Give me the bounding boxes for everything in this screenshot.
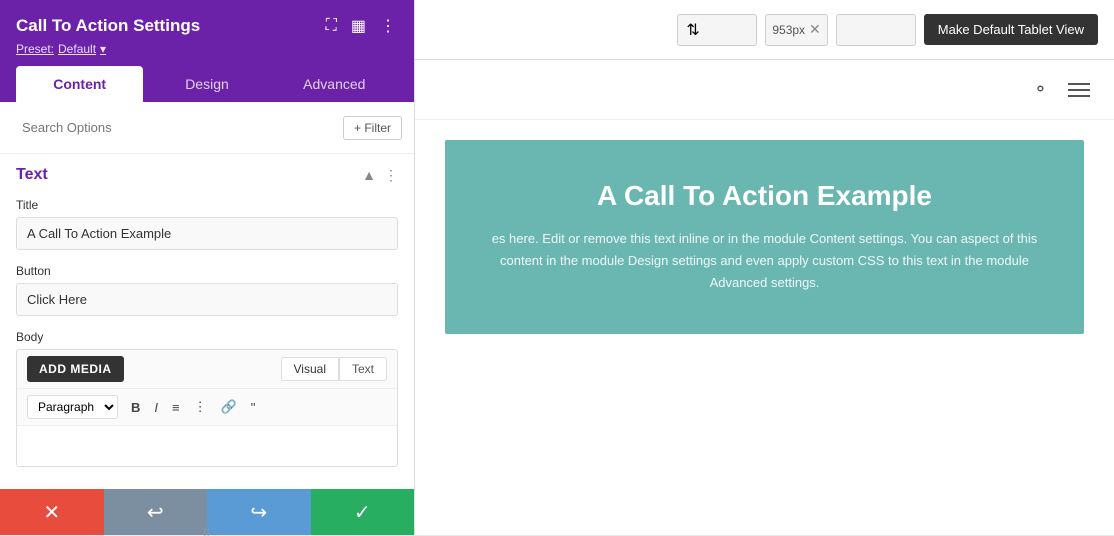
editor-toolbar: Paragraph B I ≡ ⋮ 🔗 " [17,389,397,426]
page-content: ⚬ A Call To Action Example es here. Edit… [415,60,1114,535]
tab-design[interactable]: Design [143,66,270,102]
panel-body: Text ▲ ⋮ Title Button Body [0,154,414,489]
body-field-group: Body ADD MEDIA Visual Text Paragraph [16,330,398,467]
tab-content[interactable]: Content [16,66,143,102]
tab-advanced[interactable]: Advanced [271,66,398,102]
filter-button[interactable]: + Filter [343,116,402,140]
width-value: 953px [772,23,805,37]
section-title: Text [16,166,48,184]
preset-label: Preset: [16,42,54,56]
panel-header-icons: ⛶ ▦ ⋮ [324,14,398,38]
title-input[interactable] [16,217,398,250]
ordered-list-button[interactable]: ⋮ [189,396,212,418]
cta-body: es here. Edit or remove this text inline… [490,228,1040,294]
main-area: ⇅ 953px ✕ Make Default Tablet View ⚬ A C… [0,0,1114,535]
section-more-button[interactable]: ⋮ [384,167,398,184]
save-button[interactable]: ✓ [311,489,415,535]
panel-search: + Filter [0,102,414,154]
view-select[interactable]: ⇅ [677,14,757,46]
settings-panel: Call To Action Settings ⛶ ▦ ⋮ Preset: De… [0,0,415,535]
panel-tabs: Content Design Advanced [16,66,398,102]
panel-header: Call To Action Settings ⛶ ▦ ⋮ Preset: De… [0,0,414,102]
title-label: Title [16,198,398,212]
clear-width-button[interactable]: ✕ [809,21,821,38]
unordered-list-button[interactable]: ≡ [167,397,185,418]
cta-section: A Call To Action Example es here. Edit o… [445,140,1084,334]
link-button[interactable]: 🔗 [216,396,242,418]
bold-button[interactable]: B [126,397,145,418]
redo-button[interactable]: ↪ [207,489,311,535]
resize-handle[interactable] [192,527,222,535]
page-nav: ⚬ [415,60,1114,120]
hamburger-menu-icon[interactable] [1068,83,1090,97]
editor-view-tabs: Visual Text [281,357,387,381]
button-input[interactable] [16,283,398,316]
more-options-icon[interactable]: ⋮ [378,14,398,38]
body-editor: ADD MEDIA Visual Text Paragraph B I ≡ [16,349,398,467]
italic-button[interactable]: I [149,397,163,418]
chevron-up-down-icon: ⇅ [686,20,699,40]
panel-header-top: Call To Action Settings ⛶ ▦ ⋮ [16,14,398,38]
panel-preset: Preset: Default ▾ [16,42,398,56]
preset-chevron-icon: ▾ [100,42,106,56]
editor-topbar: ADD MEDIA Visual Text [17,350,397,389]
columns-icon[interactable]: ▦ [349,14,368,38]
text-tab[interactable]: Text [339,357,387,381]
fullscreen-icon[interactable]: ⛶ [324,15,339,37]
visual-tab[interactable]: Visual [281,357,339,381]
make-default-button[interactable]: Make Default Tablet View [924,14,1098,45]
height-input[interactable] [836,14,916,46]
blockquote-button[interactable]: " [246,397,261,418]
button-label: Button [16,264,398,278]
section-header-icons: ▲ ⋮ [362,167,398,184]
cta-title: A Call To Action Example [475,180,1054,212]
search-icon[interactable]: ⚬ [1033,79,1048,100]
cancel-button[interactable]: ✕ [0,489,104,535]
editor-content[interactable] [17,426,397,466]
collapse-section-button[interactable]: ▲ [362,167,376,183]
title-field-group: Title [16,198,398,250]
width-input[interactable]: 953px ✕ [765,14,827,46]
toolbar: ⇅ 953px ✕ Make Default Tablet View [415,0,1114,60]
preset-value[interactable]: Default [58,42,96,56]
text-section-header: Text ▲ ⋮ [16,166,398,184]
search-input[interactable] [12,112,335,143]
panel-title: Call To Action Settings [16,16,200,36]
body-label: Body [16,330,398,344]
add-media-button[interactable]: ADD MEDIA [27,356,124,382]
paragraph-select[interactable]: Paragraph [27,395,118,419]
button-field-group: Button [16,264,398,316]
